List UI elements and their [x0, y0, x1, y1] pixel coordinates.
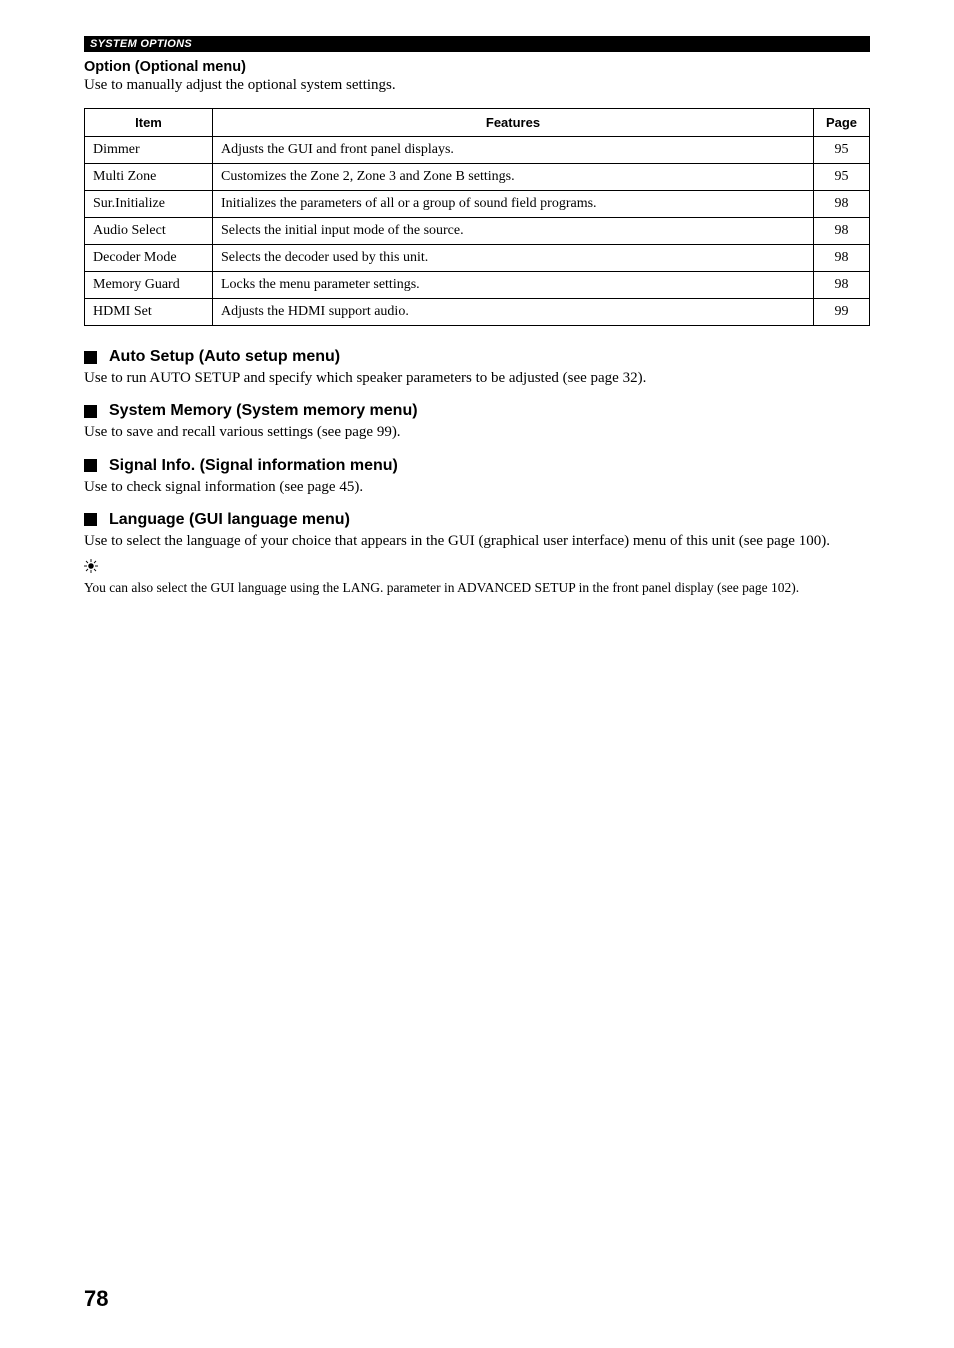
cell-page: 98: [814, 245, 870, 272]
table-row: Dimmer Adjusts the GUI and front panel d…: [85, 137, 870, 164]
signal-info-heading: Signal Info. (Signal information menu): [84, 457, 870, 475]
table-row: HDMI Set Adjusts the HDMI support audio.…: [85, 299, 870, 326]
cell-item: Dimmer: [85, 137, 213, 164]
bullet-square-icon: [84, 459, 97, 472]
signal-info-desc: Use to check signal information (see pag…: [84, 477, 870, 497]
bullet-square-icon: [84, 405, 97, 418]
table-row: Audio Select Selects the initial input m…: [85, 218, 870, 245]
option-desc: Use to manually adjust the optional syst…: [84, 77, 870, 94]
cell-page: 98: [814, 218, 870, 245]
cell-features: Customizes the Zone 2, Zone 3 and Zone B…: [213, 164, 814, 191]
cell-item: HDMI Set: [85, 299, 213, 326]
cell-page: 95: [814, 137, 870, 164]
option-title: Option (Optional menu): [84, 59, 870, 75]
auto-setup-heading: Auto Setup (Auto setup menu): [84, 348, 870, 366]
cell-item: Decoder Mode: [85, 245, 213, 272]
system-memory-title: System Memory (System memory menu): [109, 402, 418, 420]
system-memory-heading: System Memory (System memory menu): [84, 402, 870, 420]
cell-features: Initializes the parameters of all or a g…: [213, 191, 814, 218]
language-title: Language (GUI language menu): [109, 511, 350, 529]
cell-item: Multi Zone: [85, 164, 213, 191]
signal-info-title: Signal Info. (Signal information menu): [109, 457, 398, 475]
th-features: Features: [213, 109, 814, 137]
cell-item: Memory Guard: [85, 272, 213, 299]
table-row: Multi Zone Customizes the Zone 2, Zone 3…: [85, 164, 870, 191]
language-heading: Language (GUI language menu): [84, 511, 870, 529]
cell-features: Locks the menu parameter settings.: [213, 272, 814, 299]
auto-setup-title: Auto Setup (Auto setup menu): [109, 348, 340, 366]
th-item: Item: [85, 109, 213, 137]
tip-icon: [84, 559, 870, 577]
cell-features: Adjusts the GUI and front panel displays…: [213, 137, 814, 164]
system-memory-desc: Use to save and recall various settings …: [84, 422, 870, 442]
table-row: Sur.Initialize Initializes the parameter…: [85, 191, 870, 218]
tip-text: You can also select the GUI language usi…: [84, 579, 870, 597]
auto-setup-desc: Use to run AUTO SETUP and specify which …: [84, 368, 870, 388]
language-desc: Use to select the language of your choic…: [84, 531, 870, 551]
cell-features: Selects the initial input mode of the so…: [213, 218, 814, 245]
cell-page: 98: [814, 191, 870, 218]
bullet-square-icon: [84, 513, 97, 526]
table-header-row: Item Features Page: [85, 109, 870, 137]
cell-page: 95: [814, 164, 870, 191]
cell-item: Audio Select: [85, 218, 213, 245]
cell-features: Selects the decoder used by this unit.: [213, 245, 814, 272]
th-page: Page: [814, 109, 870, 137]
cell-page: 98: [814, 272, 870, 299]
options-table: Item Features Page Dimmer Adjusts the GU…: [84, 108, 870, 326]
header-bar: SYSTEM OPTIONS: [84, 36, 870, 52]
cell-item: Sur.Initialize: [85, 191, 213, 218]
table-row: Memory Guard Locks the menu parameter se…: [85, 272, 870, 299]
table-row: Decoder Mode Selects the decoder used by…: [85, 245, 870, 272]
bullet-square-icon: [84, 351, 97, 364]
cell-page: 99: [814, 299, 870, 326]
cell-features: Adjusts the HDMI support audio.: [213, 299, 814, 326]
page-number: 78: [84, 1286, 108, 1312]
